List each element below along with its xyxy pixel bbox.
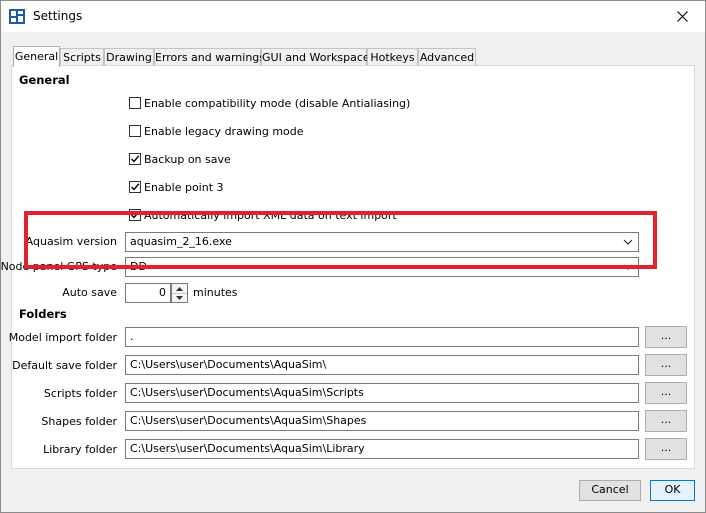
checkbox-box[interactable] — [129, 181, 141, 193]
tab-drawing[interactable]: Drawing — [104, 48, 154, 65]
browse-library-button[interactable]: ... — [645, 438, 687, 460]
aquasim-version-label: Aquasim version — [25, 235, 117, 248]
compatibility-mode-checkbox[interactable]: Enable compatibility mode (disable Antia… — [129, 96, 410, 110]
library-folder-label: Library folder — [43, 443, 117, 456]
tab-hotkeys[interactable]: Hotkeys — [367, 48, 418, 65]
aquasim-version-select[interactable]: aquasim_2_16.exe — [125, 232, 639, 252]
tab-advanced[interactable]: Advanced — [418, 48, 476, 65]
auto-save-unit: minutes — [193, 286, 238, 299]
checkmark-icon — [131, 211, 140, 219]
gps-type-label: Node panel GPS type — [0, 260, 117, 273]
shapes-folder-input[interactable]: C:\Users\user\Documents\AquaSim\Shapes — [125, 411, 639, 431]
chevron-down-icon — [623, 239, 633, 245]
checkbox-box[interactable] — [129, 97, 141, 109]
checkmark-icon — [131, 183, 140, 191]
scripts-folder-input[interactable]: C:\Users\user\Documents\AquaSim\Scripts — [125, 383, 639, 403]
checkmark-icon — [131, 155, 140, 163]
gps-type-select[interactable]: DD — [125, 257, 639, 277]
auto-save-value: 0 — [159, 286, 166, 299]
folder-path: C:\Users\user\Documents\AquaSim\Shapes — [130, 414, 367, 427]
close-button[interactable] — [659, 1, 705, 32]
title-bar: Settings — [1, 1, 705, 32]
checkbox-box[interactable] — [129, 209, 141, 221]
default-save-folder-input[interactable]: C:\Users\user\Documents\AquaSim\ — [125, 355, 639, 375]
checkbox-label: Enable legacy drawing mode — [144, 124, 304, 138]
checkbox-label: Enable point 3 — [144, 180, 224, 194]
checkbox-label: Backup on save — [144, 152, 231, 166]
backup-on-save-checkbox[interactable]: Backup on save — [129, 152, 231, 166]
auto-save-label: Auto save — [62, 286, 117, 299]
folder-path: C:\Users\user\Documents\AquaSim\Library — [130, 442, 365, 455]
auto-import-xml-checkbox[interactable]: Automatically import XML data on text im… — [129, 208, 397, 222]
enable-point3-checkbox[interactable]: Enable point 3 — [129, 180, 224, 194]
legacy-drawing-checkbox[interactable]: Enable legacy drawing mode — [129, 124, 304, 138]
app-icon — [9, 9, 25, 24]
library-folder-input[interactable]: C:\Users\user\Documents\AquaSim\Library — [125, 439, 639, 459]
folder-path: . — [130, 330, 134, 343]
scripts-folder-label: Scripts folder — [43, 387, 117, 400]
triangle-down-icon — [176, 295, 183, 300]
model-import-folder-input[interactable]: . — [125, 327, 639, 347]
browse-default-save-button[interactable]: ... — [645, 354, 687, 376]
combo-value: DD — [130, 260, 147, 273]
cancel-button[interactable]: Cancel — [579, 480, 641, 501]
model-import-folder-label: Model import folder — [8, 331, 117, 344]
tab-gui-and-workspace[interactable]: GUI and Workspace — [261, 48, 370, 65]
tab-general[interactable]: General — [13, 46, 60, 67]
auto-save-spinner[interactable] — [171, 283, 188, 303]
folder-path: C:\Users\user\Documents\AquaSim\ — [130, 358, 327, 371]
settings-dialog: Settings General Scripts Drawing Errors … — [0, 0, 706, 513]
browse-scripts-button[interactable]: ... — [645, 382, 687, 404]
general-section-title: General — [19, 73, 70, 87]
shapes-folder-label: Shapes folder — [41, 415, 117, 428]
folders-section-title: Folders — [19, 307, 67, 321]
window-title: Settings — [33, 9, 83, 23]
ok-button[interactable]: OK — [650, 480, 695, 501]
spin-down-button[interactable] — [172, 293, 187, 302]
browse-model-import-button[interactable]: ... — [645, 326, 687, 348]
checkbox-box[interactable] — [129, 125, 141, 137]
tab-errors-and-warnings[interactable]: Errors and warnings — [154, 48, 265, 65]
close-icon — [676, 11, 688, 22]
checkbox-box[interactable] — [129, 153, 141, 165]
checkbox-label: Enable compatibility mode (disable Antia… — [144, 96, 411, 110]
default-save-folder-label: Default save folder — [12, 359, 117, 372]
tab-scripts[interactable]: Scripts — [60, 48, 104, 65]
browse-shapes-button[interactable]: ... — [645, 410, 687, 432]
chevron-down-icon — [623, 264, 633, 270]
folder-path: C:\Users\user\Documents\AquaSim\Scripts — [130, 386, 364, 399]
triangle-up-icon — [176, 286, 183, 291]
combo-value: aquasim_2_16.exe — [130, 235, 232, 248]
checkbox-label: Automatically import XML data on text im… — [144, 208, 397, 222]
auto-save-input[interactable]: 0 — [125, 283, 171, 303]
